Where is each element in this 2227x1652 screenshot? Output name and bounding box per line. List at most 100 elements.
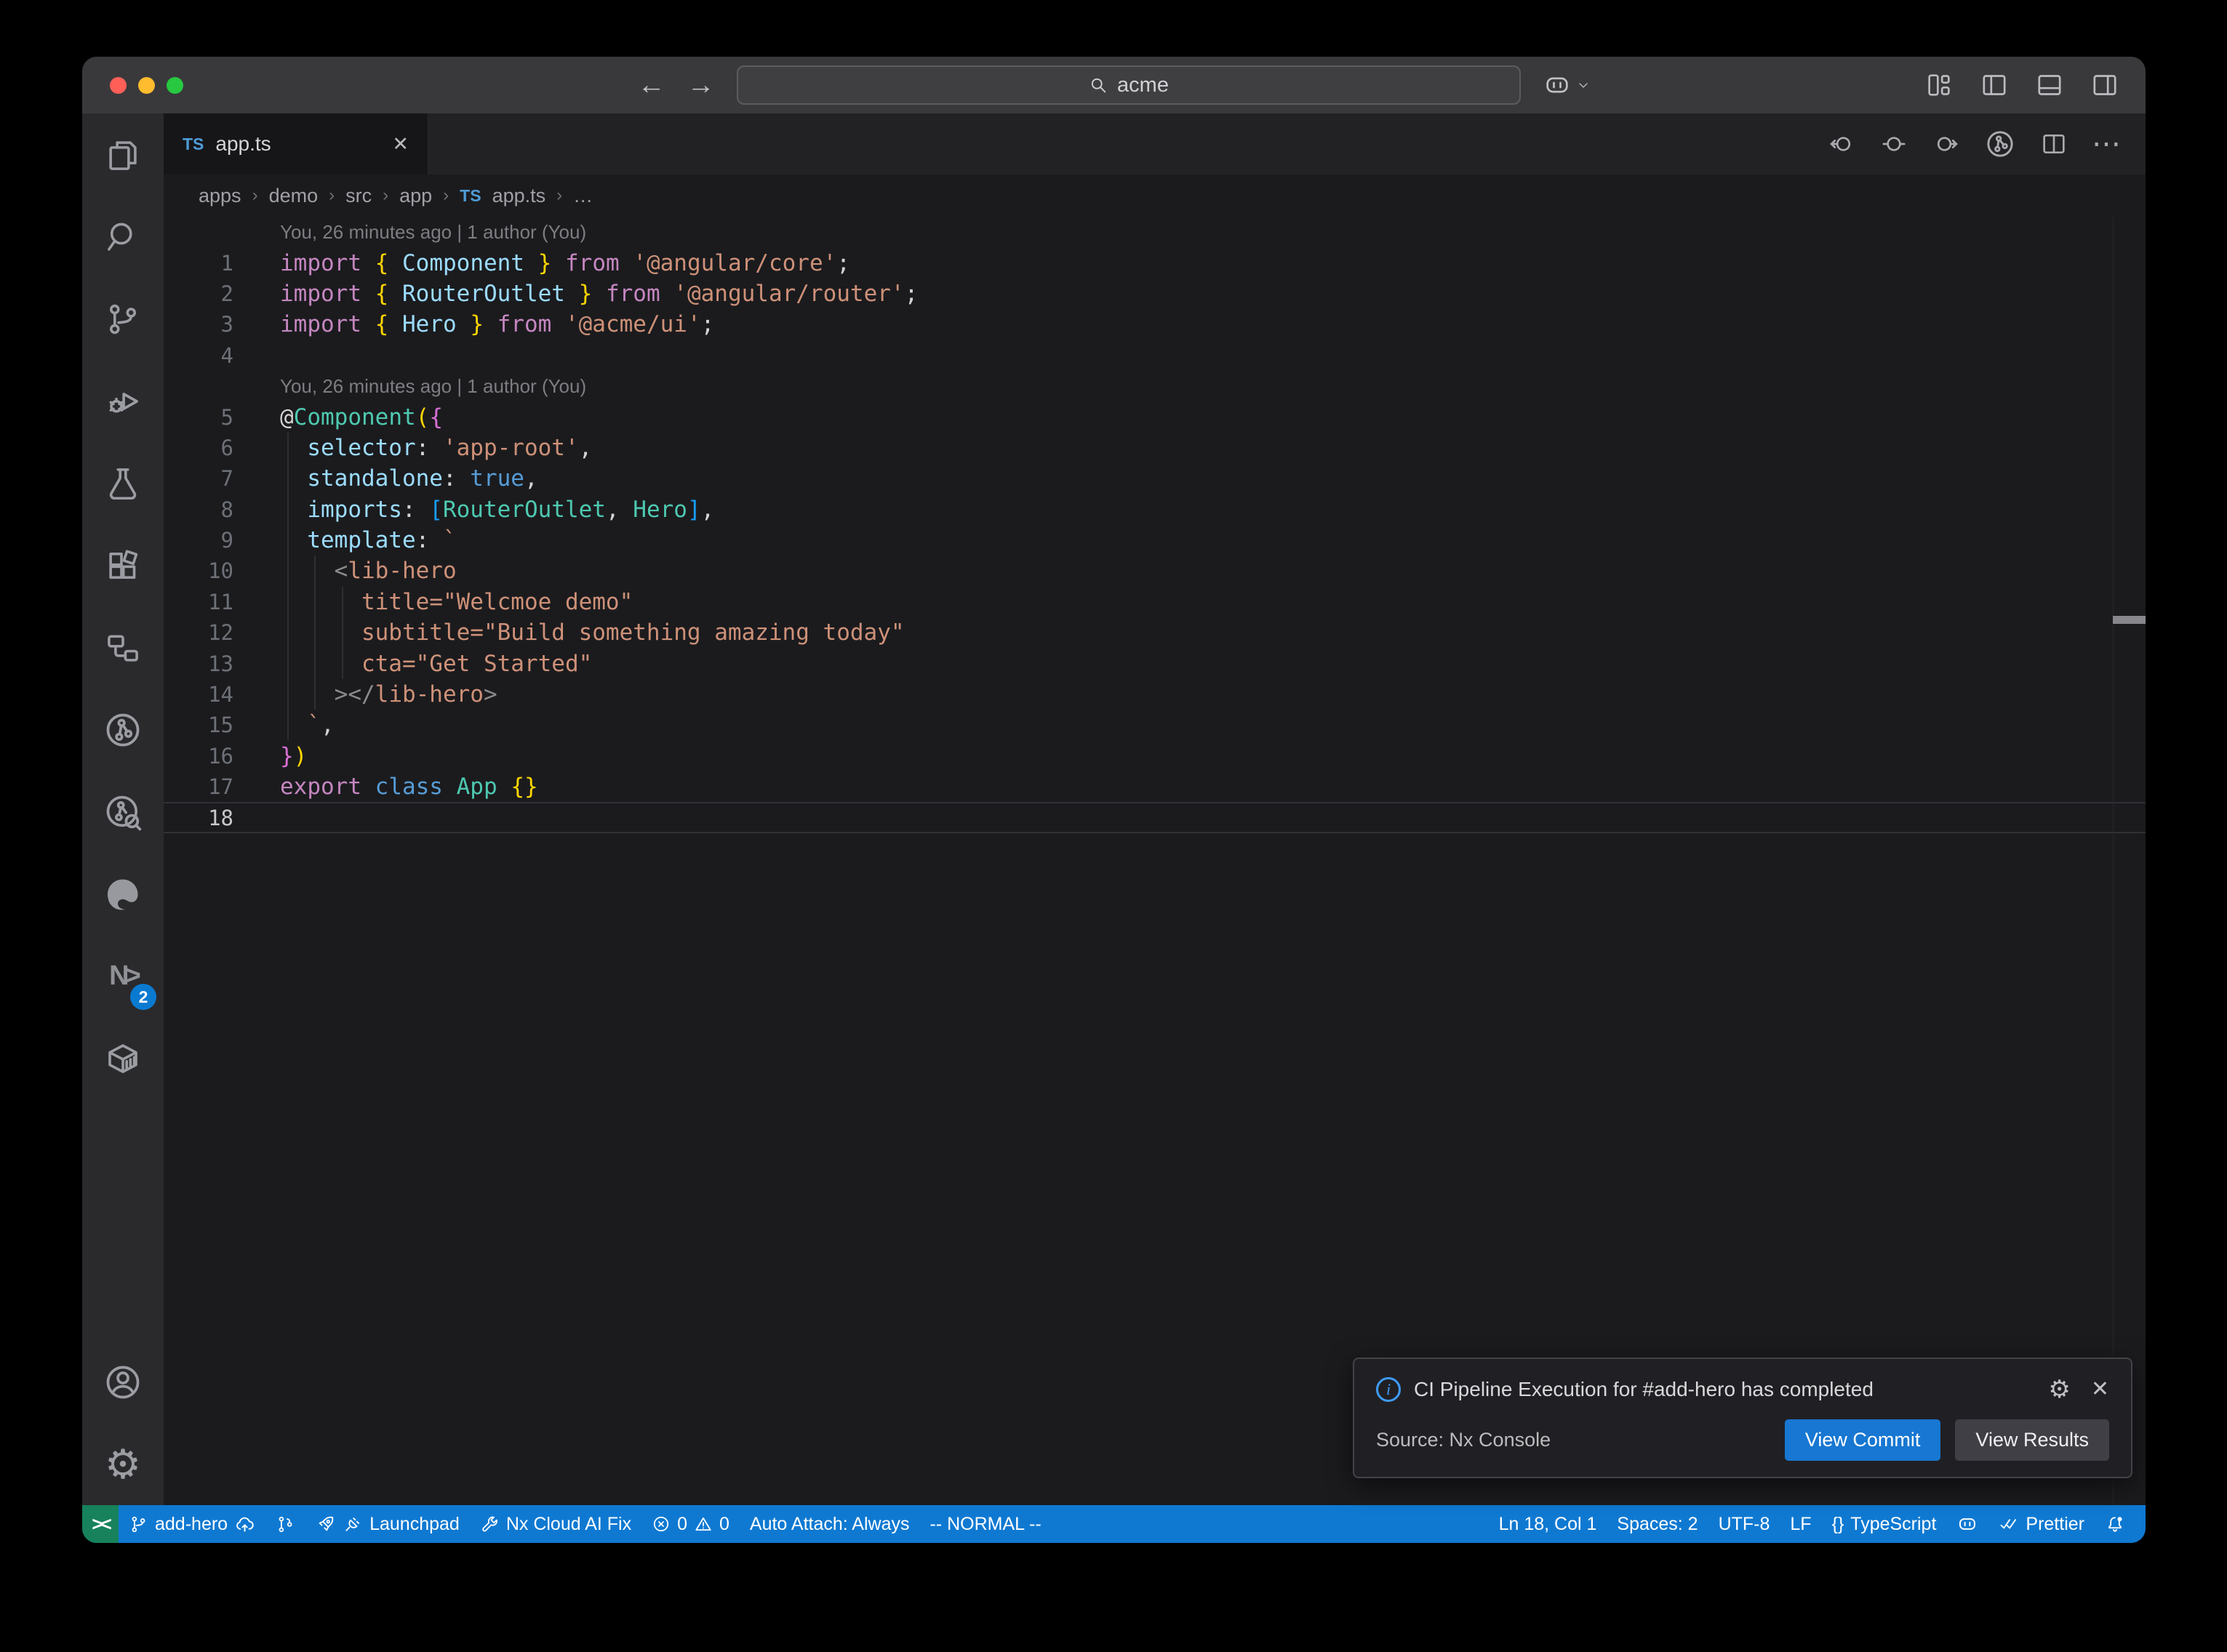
token: Component: [402, 250, 524, 276]
token: selector: [307, 435, 415, 461]
code-line[interactable]: 17export class App {}: [164, 771, 2146, 802]
blame-annotation[interactable]: You, 26 minutes ago | 1 author (You): [164, 371, 2146, 401]
notifications-bell[interactable]: [2095, 1505, 2135, 1543]
breadcrumb-item[interactable]: app: [399, 185, 432, 207]
sidebar-item-explorer[interactable]: [82, 113, 164, 196]
auto-attach-status-item[interactable]: Auto Attach: Always: [740, 1505, 920, 1543]
more-actions-icon[interactable]: ⋯: [2092, 138, 2121, 150]
notification-settings-icon[interactable]: ⚙: [2048, 1377, 2070, 1402]
blame-annotation[interactable]: You, 26 minutes ago | 1 author (You): [164, 217, 2146, 247]
command-center-search[interactable]: acme: [737, 65, 1521, 105]
bell-dot-icon: [2105, 1514, 2125, 1534]
minimize-window-button[interactable]: [138, 77, 155, 94]
code-line[interactable]: 9 template: `: [164, 525, 2146, 556]
sidebar-item-settings[interactable]: ⚙: [82, 1423, 164, 1505]
line-number: 17: [164, 774, 233, 799]
sidebar-item-source-control[interactable]: [82, 278, 164, 360]
code-line[interactable]: 18: [164, 802, 2146, 833]
nav-back-icon[interactable]: [1827, 129, 1856, 159]
view-commit-button[interactable]: View Commit: [1785, 1419, 1941, 1461]
nx-cloud-status-item[interactable]: Nx Cloud AI Fix: [470, 1505, 641, 1543]
code-line[interactable]: 3import { Hero } from '@acme/ui';: [164, 309, 2146, 340]
breadcrumb-item[interactable]: …: [573, 185, 593, 207]
eol-status-item[interactable]: LF: [1780, 1505, 1821, 1543]
formatter-status-item[interactable]: Prettier: [1988, 1505, 2095, 1543]
toggle-panel-icon[interactable]: [2035, 71, 2064, 100]
indentation-status-item[interactable]: Spaces: 2: [1607, 1505, 1708, 1543]
sidebar-item-accounts[interactable]: [82, 1341, 164, 1423]
line-number: 6: [164, 436, 233, 460]
copilot-status-item[interactable]: [1946, 1505, 1988, 1543]
zoom-window-button[interactable]: [167, 77, 183, 94]
code-line[interactable]: 15 `,: [164, 710, 2146, 740]
problems-status-item[interactable]: 0 0: [641, 1505, 740, 1543]
token: :: [416, 527, 443, 553]
sidebar-item-run-debug[interactable]: [82, 360, 164, 442]
sidebar-item-references[interactable]: [82, 606, 164, 689]
token: ,: [321, 712, 335, 738]
sidebar-item-search[interactable]: [82, 196, 164, 278]
branch-status-item[interactable]: add-hero: [119, 1505, 265, 1543]
breadcrumb-item[interactable]: app.ts: [492, 185, 546, 207]
wrench-icon: [480, 1515, 500, 1534]
token: from: [484, 311, 565, 337]
code-line[interactable]: 1import { Component } from '@angular/cor…: [164, 247, 2146, 278]
code-line[interactable]: 2import { RouterOutlet } from '@angular/…: [164, 278, 2146, 309]
close-icon[interactable]: ✕: [2091, 1376, 2109, 1402]
code-line[interactable]: 5@Component({: [164, 401, 2146, 432]
breadcrumb-item[interactable]: demo: [269, 185, 319, 207]
encoding-status-item[interactable]: UTF-8: [1708, 1505, 1780, 1543]
code-area: You, 26 minutes ago | 1 author (You)1imp…: [164, 217, 2146, 833]
code-line[interactable]: 8 imports: [RouterOutlet, Hero],: [164, 494, 2146, 525]
code-line[interactable]: 16}): [164, 741, 2146, 771]
code-line[interactable]: 10 <lib-hero: [164, 556, 2146, 586]
commit-graph-icon[interactable]: [1984, 128, 2016, 160]
nav-forward-icon[interactable]: [1932, 129, 1961, 159]
sidebar-item-gitlens[interactable]: [82, 689, 164, 771]
back-arrow-icon[interactable]: ←: [638, 71, 665, 99]
code-editor[interactable]: You, 26 minutes ago | 1 author (You)1imp…: [164, 217, 2146, 1505]
tab-app-ts[interactable]: TS app.ts ✕: [164, 113, 428, 175]
toggle-sidebar-icon[interactable]: [1980, 71, 2009, 100]
code-line[interactable]: 13 cta="Get Started": [164, 648, 2146, 678]
git-compare-status-item[interactable]: [265, 1505, 305, 1543]
remote-indicator[interactable]: ><: [82, 1505, 119, 1543]
code-line[interactable]: 12 subtitle="Build something amazing tod…: [164, 617, 2146, 648]
forward-arrow-icon[interactable]: →: [687, 71, 715, 99]
indent-guide: [342, 648, 343, 678]
view-results-button[interactable]: View Results: [1955, 1419, 2109, 1461]
close-window-button[interactable]: [110, 77, 127, 94]
vim-mode-status-item[interactable]: -- NORMAL --: [919, 1505, 1051, 1543]
scrollbar[interactable]: [2113, 217, 2146, 1505]
sidebar-item-containers[interactable]: [82, 1017, 164, 1099]
sidebar-item-edge-tools[interactable]: [82, 853, 164, 935]
indent-guide: [314, 617, 316, 648]
code-line[interactable]: 7 standalone: true,: [164, 463, 2146, 494]
sidebar-item-extensions[interactable]: [82, 524, 164, 606]
code-line[interactable]: 11 title="Welcmoe demo": [164, 587, 2146, 617]
breadcrumb-item[interactable]: src: [345, 185, 372, 207]
sidebar-item-nx-console[interactable]: N> 2: [82, 935, 164, 1017]
scrollbar-decoration: [2113, 616, 2146, 624]
customize-layout-icon[interactable]: [1924, 71, 1954, 100]
code-text: title="Welcmoe demo": [233, 589, 633, 615]
code-line[interactable]: 4: [164, 340, 2146, 371]
code-line[interactable]: 14 ></lib-hero>: [164, 679, 2146, 710]
copilot-icon: [1543, 71, 1572, 100]
copilot-menu[interactable]: [1543, 71, 1591, 100]
line-number: 18: [164, 806, 233, 830]
split-editor-icon[interactable]: [2039, 129, 2068, 159]
breadcrumb-item[interactable]: apps: [199, 185, 241, 207]
toggle-secondary-sidebar-icon[interactable]: [2090, 71, 2119, 100]
code-line[interactable]: 6 selector: 'app-root',: [164, 433, 2146, 463]
sidebar-item-testing[interactable]: [82, 442, 164, 524]
close-icon[interactable]: ✕: [392, 133, 409, 156]
cursor-position-status-item[interactable]: Ln 18, Col 1: [1489, 1505, 1607, 1543]
breadcrumb: apps › demo › src › app › TS app.ts › …: [164, 175, 2146, 217]
token: {: [429, 404, 443, 430]
token: Hero: [402, 311, 457, 337]
language-status-item[interactable]: {} TypeScript: [1822, 1505, 1947, 1543]
nav-dash-circle-icon[interactable]: [1879, 129, 1908, 159]
sidebar-item-gitlens-inspect[interactable]: [82, 771, 164, 853]
launchpad-status-item[interactable]: Launchpad: [305, 1505, 470, 1543]
